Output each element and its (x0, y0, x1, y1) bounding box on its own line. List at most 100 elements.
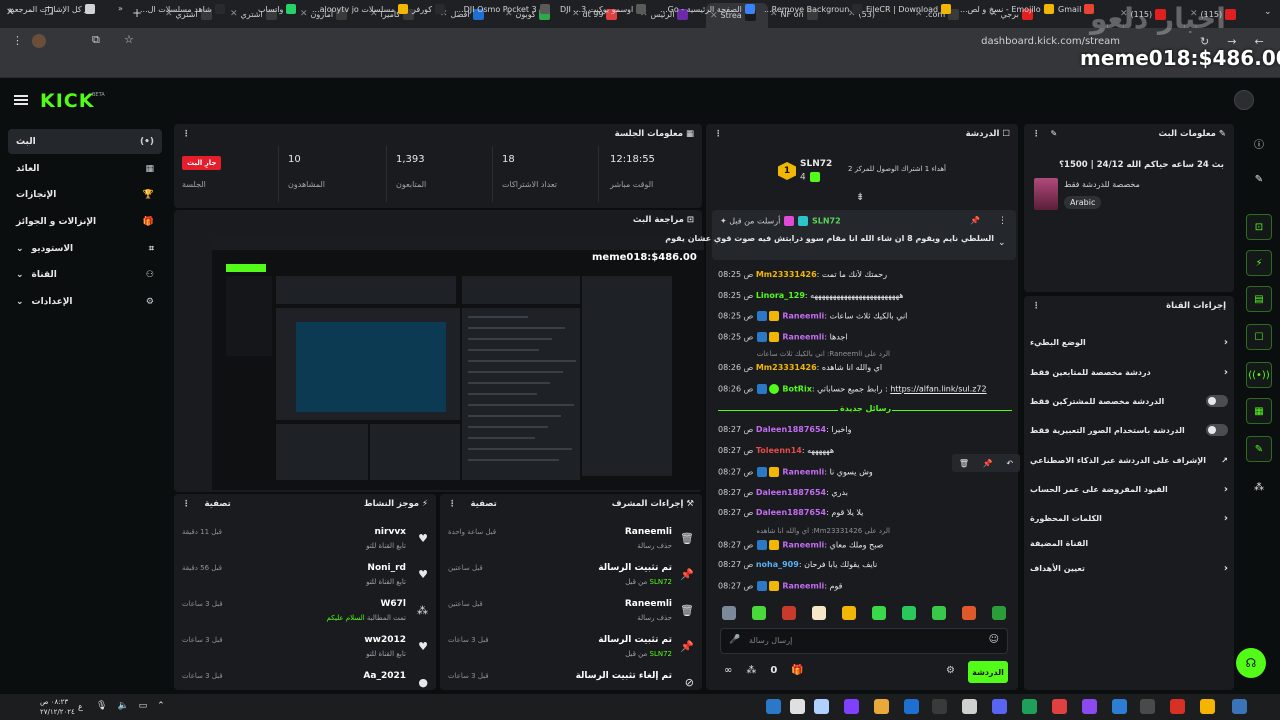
close-tab-icon[interactable]: ✕ (300, 9, 308, 19)
channel-option[interactable]: القيود المفروضة على عمر الحساب › (1030, 479, 1228, 499)
chat-more-icon[interactable]: ⋮ (714, 129, 723, 139)
taskbar-app-icon[interactable] (1022, 699, 1037, 714)
browser-menu-icon[interactable]: ⋮ (12, 34, 23, 47)
activity-more-icon[interactable]: ⋮ (182, 499, 191, 509)
stream-category[interactable]: مخصصة للدردشة فقط (1064, 180, 1140, 189)
chat-message[interactable]: 08:25 ص Linora_129: هههههههههههههههههههه… (718, 291, 1008, 309)
chat-message[interactable]: 08:26 ص BotRix: رابط جميع حساباتي : http… (718, 384, 1008, 402)
message-username[interactable]: Raneemli (782, 582, 824, 591)
list-item[interactable]: ⊘ تم إلغاء تثبيت الرسالة قبل 3 ساعات (440, 666, 702, 690)
list-item[interactable]: ⁂ W67l تمت المطالبة السلام عليكم قبل 3 ساعا… (174, 594, 436, 630)
mod-filter-button[interactable]: تصفية (471, 499, 497, 509)
menu-icon[interactable] (14, 95, 28, 105)
mod-more-icon[interactable]: ⋮ (448, 499, 457, 509)
message-username[interactable]: Raneemli (782, 468, 824, 477)
taskbar-app-icon[interactable] (874, 699, 889, 714)
document-icon[interactable]: ▤ (1246, 286, 1272, 312)
taskbar-app-icon[interactable] (1082, 699, 1097, 714)
bookmark-star-icon[interactable]: ☆ (124, 33, 134, 46)
emote-icon[interactable] (902, 606, 916, 620)
chevron-up-icon[interactable]: ⌃ (157, 701, 165, 711)
toggle-switch[interactable] (1206, 395, 1228, 407)
bookmark-item[interactable]: FileCR | Download (866, 4, 952, 14)
chat-send-button[interactable]: الدردشة (968, 661, 1008, 683)
channel-actions-more-icon[interactable]: ⋮ (1032, 301, 1041, 311)
chat-icon[interactable]: ☐ (1246, 324, 1272, 350)
message-username[interactable]: Daleen1887654 (756, 425, 826, 434)
emote-icon[interactable] (752, 606, 766, 620)
sidebar-item[interactable]: الإنجازات 🏆 (8, 182, 162, 207)
close-tab-icon[interactable]: ✕ (230, 9, 238, 19)
link-icon[interactable]: ∞ (724, 665, 732, 676)
sidebar-item[interactable]: ⌄ الإعدادات ⚙ (8, 289, 162, 314)
mic-icon[interactable]: 🎤 (729, 635, 740, 645)
points-icon[interactable]: ⁂ (1246, 474, 1272, 500)
browser-tab[interactable]: ✕ (115) (1120, 4, 1182, 24)
message-link[interactable]: https://alfan.link/sul.z72 (890, 385, 986, 394)
message-username[interactable]: Toleenn14 (756, 446, 802, 455)
taskbar-app-icon[interactable] (932, 699, 947, 714)
sidebar-item[interactable]: البث (•) (8, 129, 162, 154)
taskbar-app-icon[interactable] (1112, 699, 1127, 714)
chat-message[interactable]: 08:25 ص Raneemli: اني بالكيك ثلاث ساعات (718, 311, 1008, 329)
bookmark-item[interactable]: كل الإشارات المرجعية (8, 4, 95, 14)
taskbar-app-icon[interactable] (904, 699, 919, 714)
kick-logo[interactable]: KICK (40, 90, 94, 112)
close-tab-icon[interactable]: ✕ (1190, 9, 1198, 19)
message-username[interactable]: Raneemli (782, 541, 824, 550)
list-item[interactable]: ● Aa_2021 قبل 3 ساعات (174, 666, 436, 690)
taskbar-app-icon[interactable] (962, 699, 977, 714)
emote-icon[interactable] (962, 606, 976, 620)
chat-message[interactable]: 08:27 ص Daleen1887654: واخيرا (718, 425, 1008, 443)
channel-option[interactable]: الإشراف على الدردشة عبر الذكاء الاصطناعي… (1030, 450, 1228, 470)
tab-search-icon[interactable]: ⌄ (1264, 7, 1272, 17)
emote-icon[interactable] (872, 606, 886, 620)
taskbar-app-icon[interactable] (992, 699, 1007, 714)
pin-icon[interactable]: 📌 (970, 216, 980, 225)
activity-filter-button[interactable]: تصفية (205, 499, 231, 509)
pinned-more-icon[interactable]: ⋮ (998, 216, 1007, 226)
sidebar-item[interactable]: الإنزالات و الجوائز 🎁 (8, 209, 162, 234)
channel-option[interactable]: الوضع البطيء › (1030, 332, 1228, 352)
channel-option[interactable]: الدردشة باستخدام الصور التعبيرية فقط (1030, 420, 1228, 440)
edit-icon[interactable]: ✎ (1051, 129, 1058, 139)
taskbar-app-icon[interactable] (1170, 699, 1185, 714)
pinned-message[interactable]: 📌 ⋮ ✦ أرسلت من قبل SLN72 السلطي نايم ويق… (665, 210, 1016, 260)
chat-message[interactable]: 08:25 ص Mm23331426: رحمتك لأنك ما تمت (718, 270, 1008, 288)
panel-icon[interactable]: ▦ (1246, 398, 1272, 424)
emote-icon[interactable] (812, 606, 826, 620)
sidebar-item[interactable]: ⌄ القناة ⚇ (8, 262, 162, 287)
list-item[interactable]: 📌 تم تثبيت الرسالة من قبل SLN72 قبل ساعتين (440, 558, 702, 594)
network-icon[interactable]: ▭ (139, 701, 148, 711)
bookmark-item[interactable]: Remove Backgroun... (764, 4, 863, 14)
close-tab-icon[interactable]: ✕ (1120, 9, 1128, 19)
message-username[interactable]: Linora_129 (756, 291, 805, 300)
message-username[interactable]: Raneemli (782, 312, 824, 321)
extensions-icon[interactable]: ⧉ (92, 33, 100, 47)
edit-icon[interactable]: ✎ (1246, 166, 1272, 192)
taskbar-app-icon[interactable] (790, 699, 805, 714)
emote-icon[interactable] (932, 606, 946, 620)
bookmark-item[interactable]: واتساب (258, 4, 297, 14)
chat-input[interactable]: 🎤 إرسال رسالة ☺ (720, 628, 1008, 654)
list-item[interactable]: 🗑 Raneemli حذف رسالة قبل ساعتين (440, 594, 702, 630)
message-username[interactable]: noha_909 (756, 560, 799, 569)
top-gifter-name[interactable]: SLN72 (800, 159, 832, 169)
gift-icon[interactable]: 🎁 (791, 665, 803, 676)
list-item[interactable]: 🗑 Raneemli حذف رسالة قبل ساعة واحدة (440, 522, 702, 558)
taskbar-app-icon[interactable] (1052, 699, 1067, 714)
taskbar-lang[interactable]: ع (78, 702, 83, 711)
taskbar-app-icon[interactable] (766, 699, 781, 714)
emote-icon[interactable] (842, 606, 856, 620)
chat-message[interactable]: 08:27 ص noha_909: نايف يقولك يابا فرحان (718, 560, 1008, 578)
bookmark-item[interactable]: Gmail (1058, 4, 1095, 14)
emote-icon[interactable] (782, 606, 796, 620)
sidebar-item[interactable]: ⌄ الاستوديو ⌗ (8, 236, 162, 261)
chat-settings-icon[interactable]: ⚙ (946, 665, 955, 676)
taskbar-app-icon[interactable] (814, 699, 829, 714)
message-username[interactable]: BotRix (782, 385, 811, 394)
emoji-icon[interactable]: ☺ (989, 634, 999, 645)
channel-option[interactable]: تعيين الأهداف › (1030, 558, 1228, 578)
bookmark-item[interactable]: Emojilo - نسخ و لص... (960, 4, 1054, 14)
chat-message[interactable]: 08:25 ص Raneemli: اجدها (718, 332, 1008, 350)
